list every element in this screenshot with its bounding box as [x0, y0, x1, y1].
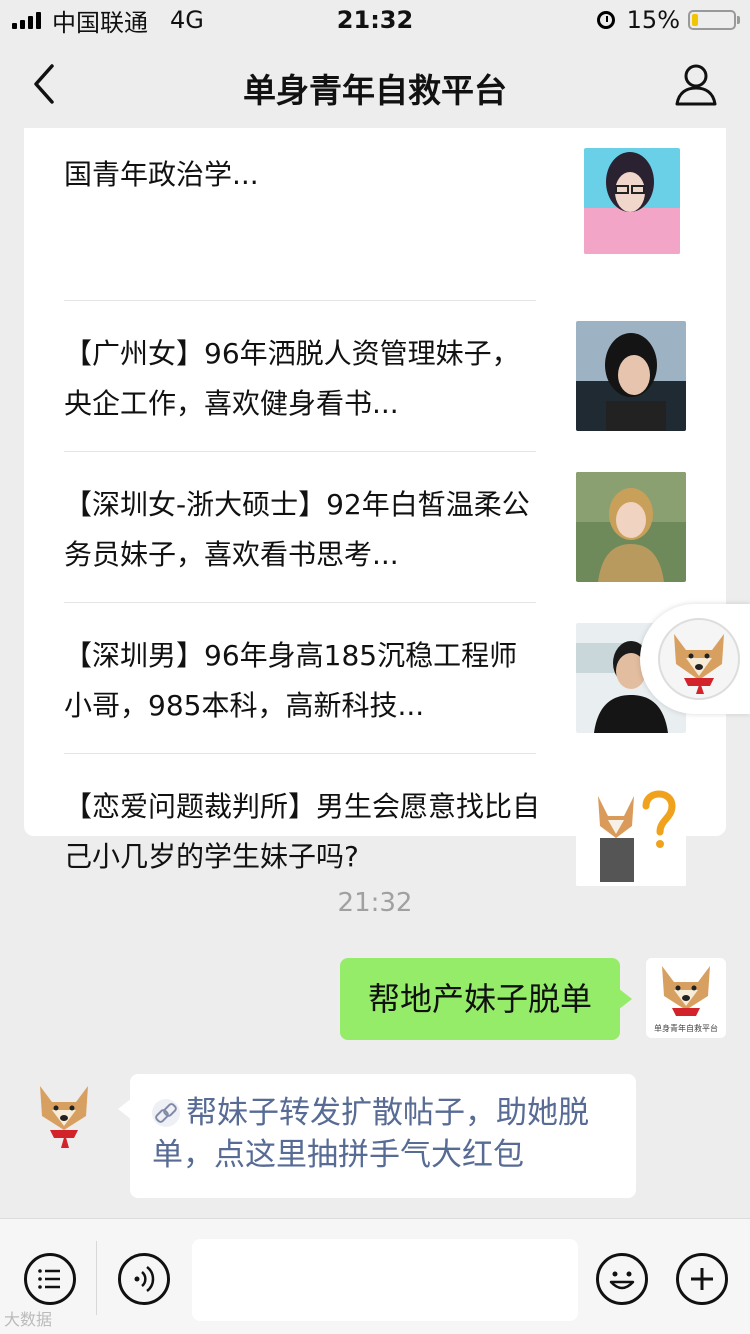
page-title: 单身青年自救平台: [243, 71, 507, 110]
article-title: 【深圳男】96年身高185沉稳工程师小哥，985本科，高新科技...: [64, 639, 518, 722]
article-item[interactable]: 【恋爱问题裁判所】男生会愿意找比自己小几岁的学生妹子吗?: [64, 754, 686, 904]
plus-icon[interactable]: [676, 1253, 728, 1305]
chat-timestamp: 21:32: [337, 888, 413, 918]
article-thumbnail: [576, 776, 686, 886]
avatar[interactable]: 单身青年自救平台: [646, 958, 726, 1038]
battery-percent: 15%: [626, 6, 680, 34]
article-thumbnail: [584, 148, 680, 254]
avatar[interactable]: [24, 1074, 104, 1154]
article-list-card: 【杭州女】96年...产品经理妹子，中国青年政治学... 【广州女】96年洒脱人…: [24, 128, 726, 886]
article-item[interactable]: 【广州女】96年洒脱人资管理妹子，央企工作，喜欢健身看书...: [64, 301, 686, 452]
article-thumbnail: [576, 472, 686, 582]
input-toolbar: [0, 1218, 750, 1334]
received-message-text[interactable]: 帮妹子转发扩散帖子，助她脱单，点这里抽拼手气大红包: [152, 1095, 589, 1173]
chat-area[interactable]: 【杭州女】96年...产品经理妹子，中国青年政治学... 【广州女】96年洒脱人…: [0, 128, 750, 1218]
article-thumbnail: [576, 321, 686, 431]
received-message-bubble[interactable]: 帮妹子转发扩散帖子，助她脱单，点这里抽拼手气大红包: [118, 1074, 636, 1198]
watermark: 大数据: [4, 1310, 53, 1329]
article-title: 【深圳女-浙大硕士】92年白皙温柔公务员妹子，喜欢看书思考...: [64, 488, 530, 571]
status-right: 15%: [596, 6, 740, 34]
floating-mini-program-button[interactable]: [640, 604, 750, 714]
menu-list-icon[interactable]: [24, 1253, 76, 1305]
voice-icon[interactable]: [118, 1253, 170, 1305]
article-item[interactable]: 【深圳女-浙大硕士】92年白皙温柔公务员妹子，喜欢看书思考...: [64, 452, 686, 603]
dog-mascot-icon: [658, 618, 740, 700]
emoji-icon[interactable]: [596, 1253, 648, 1305]
sent-message-bubble[interactable]: 帮地产妹子脱单: [339, 958, 633, 1040]
link-icon: [152, 1099, 180, 1127]
article-title: 【杭州女】96年...产品经理妹子，中国青年政治学...: [64, 140, 518, 191]
avatar-caption: 单身青年自救平台: [654, 1024, 718, 1033]
person-icon[interactable]: [674, 62, 718, 106]
article-item[interactable]: 【深圳男】96年身高185沉稳工程师小哥，985本科，高新科技...: [64, 603, 686, 754]
alarm-icon: [596, 11, 615, 29]
battery-icon: [688, 10, 740, 30]
message-input[interactable]: [192, 1239, 578, 1321]
nav-bar: 单身青年自救平台: [0, 40, 750, 128]
divider: [96, 1241, 97, 1315]
article-item[interactable]: 【杭州女】96年...产品经理妹子，中国青年政治学...: [64, 128, 686, 301]
status-bar: 中国联通 4G 21:32 15%: [0, 0, 750, 40]
article-title: 【广州女】96年洒脱人资管理妹子，央企工作，喜欢健身看书...: [64, 337, 520, 420]
article-title: 【恋爱问题裁判所】男生会愿意找比自己小几岁的学生妹子吗?: [64, 790, 541, 873]
